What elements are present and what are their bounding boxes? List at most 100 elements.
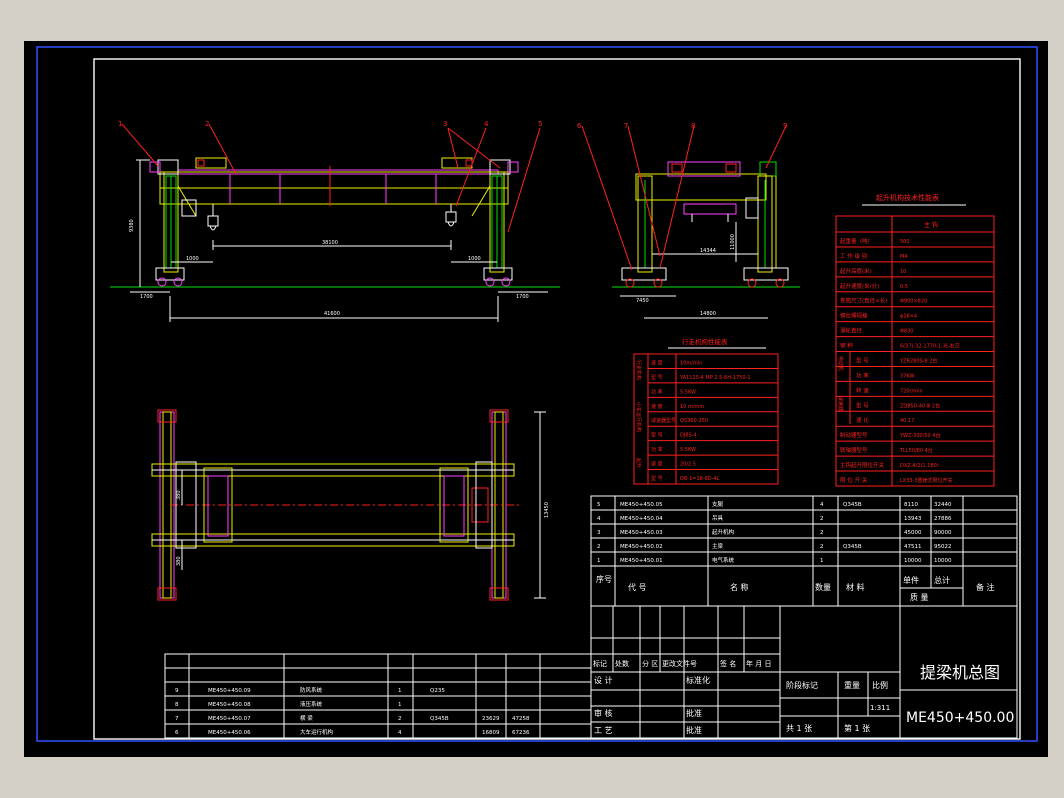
travel-group-1: 行走机构 xyxy=(635,360,642,380)
hoist-row-label: 型 号 xyxy=(856,401,869,409)
hoist-row-value: 500 xyxy=(900,239,910,245)
dim-bottom-left: 1700 xyxy=(140,294,153,300)
hoist-row-label: 联轴器型号 xyxy=(840,446,868,454)
bom-right-cell: ME450+450.03 xyxy=(620,530,663,536)
drawing-title: 提梁机总图 xyxy=(920,663,1000,682)
bom-right-cell: 1 xyxy=(820,558,824,564)
hoist-row-label: 卷筒尺寸(直径×长) xyxy=(840,297,887,305)
dim-plan-b: 380 xyxy=(176,556,182,566)
hoist-row-value: Φ900×820 xyxy=(900,299,927,305)
bom-right-cell: ME450+450.05 xyxy=(620,502,663,508)
hoist-row-label: 限 位 开 关 xyxy=(840,476,868,484)
travel-row-label: 速 度 xyxy=(651,359,663,366)
bom-right-cell: ME450+450.02 xyxy=(620,544,663,550)
dim-plan-width: 13450 xyxy=(544,502,550,518)
hoist-row-label: 功 率 xyxy=(856,371,869,379)
travel-row-label: 速 度 xyxy=(651,403,663,410)
bom-right-cell: Q345B xyxy=(843,544,862,550)
bom-left-cell: 23629 xyxy=(482,716,500,722)
balloon-2: 2 xyxy=(205,120,209,128)
bom-right-cell: 起升机构 xyxy=(712,528,735,536)
bom-right-cell: 27886 xyxy=(934,516,952,522)
bom-left-cell: 1 xyxy=(398,702,402,708)
bom-right-cell: 2 xyxy=(820,530,824,536)
bom-left-cell: 7 xyxy=(175,716,179,722)
bom-right-cell: 32440 xyxy=(934,502,952,508)
bom-right-cell: 4 xyxy=(597,516,601,522)
hoist-row-value: 10 xyxy=(900,269,906,275)
dim-overall: 41600 xyxy=(324,311,340,317)
bom-right-cell: 支腿 xyxy=(712,500,724,508)
bom-left-cell: 9 xyxy=(175,688,179,694)
bom-right-cell: 3 xyxy=(597,530,601,536)
bom-left-cell: 横 梁 xyxy=(300,714,313,722)
bom-right-cell: 4 xyxy=(820,502,824,508)
dim-bottom-right: 1700 xyxy=(516,294,529,300)
bom-right-cell: 90000 xyxy=(934,530,952,536)
bom-right-cell: 2 xyxy=(820,544,824,550)
bom-right-cell: 8110 xyxy=(904,502,918,508)
hoist-row-label: 工 作 级 别 xyxy=(840,252,867,260)
tb-sheets: 共 1 张 xyxy=(786,724,812,733)
tb-approve-1: 批准 xyxy=(686,708,702,718)
hoist-row-value: 37KW xyxy=(900,373,914,379)
hoist-row-value: 40.17 xyxy=(900,418,914,424)
bom-right-cell: 2 xyxy=(597,544,601,550)
hoist-row-label: 主钩起升限位开关 xyxy=(840,461,885,469)
hoist-row-value: Φ830 xyxy=(900,329,913,335)
bom-right-cell: 45000 xyxy=(904,530,922,536)
bom-left-cell: 4 xyxy=(398,730,402,736)
bom-header-seq: 序号 xyxy=(596,574,612,584)
travel-row-label: 功 率 xyxy=(651,388,663,395)
bom-right-cell: 1 xyxy=(597,558,601,564)
tb-change-label: 处数 xyxy=(615,659,629,668)
balloon-4: 4 xyxy=(484,120,489,128)
travel-row-value: DB-1=18-6D-4L xyxy=(680,476,720,482)
bom-right-cell: 吊具 xyxy=(712,515,724,522)
drawing-number: ME450+450.00 xyxy=(906,710,1014,726)
balloon-1: 1 xyxy=(118,120,122,128)
bom-left-cell: 67236 xyxy=(512,730,530,736)
hoist-row-value: 6(37)-32-1770-1-光-右交 xyxy=(900,343,960,350)
balloon-5: 5 xyxy=(538,120,542,128)
dim-side-height: 11000 xyxy=(730,234,736,250)
dim-side-overall: 14800 xyxy=(700,311,716,317)
hoist-row-value: DXZ-4/2(1:180) xyxy=(900,463,939,469)
hoist-row-label: 起升高度(米) xyxy=(840,267,872,275)
travel-row-value: 20/2.5 xyxy=(680,462,696,468)
bom-left-cell: 大车运行机构 xyxy=(300,728,334,736)
hoist-group-motor: 电动机 xyxy=(837,356,844,371)
hoist-row-label: 钢 种 xyxy=(840,342,853,350)
tb-scale-value: 1:311 xyxy=(870,704,890,712)
bom-right-cell: ME450+450.04 xyxy=(620,516,663,522)
bom-left-cell: Q345B xyxy=(430,716,449,722)
bom-left-cell: ME450+450.09 xyxy=(208,688,251,694)
hoist-row-label: 型 号 xyxy=(856,356,869,364)
bom-left-cell: 47258 xyxy=(512,716,530,722)
bom-left-cell: 液压系统 xyxy=(300,700,323,708)
travel-row-label: 减速器型号 xyxy=(651,417,676,424)
bom-left-cell: 1 xyxy=(398,688,402,694)
bom-header-note: 备 注 xyxy=(976,582,995,592)
tb-process: 工 艺 xyxy=(594,726,613,735)
hoist-row-value: YWZ-300/50 4台 xyxy=(899,432,941,439)
hoist-row-value: ZQ850-40-Ⅲ 2台 xyxy=(900,402,940,409)
travel-row-value: QS360-250 xyxy=(680,418,708,424)
tb-approve-2: 批准 xyxy=(686,725,702,735)
bom-right-cell: 95022 xyxy=(934,544,952,550)
balloon-3: 3 xyxy=(443,120,447,128)
bom-left-cell: 16809 xyxy=(482,730,500,736)
cad-drawing-canvas[interactable]: 1 2 3 4 5 9380 38100 1000 1000 1700 1700… xyxy=(0,0,1064,798)
hoist-row-value: LX33-3重锤式限位开关 xyxy=(900,477,953,484)
tb-sheet-no: 第 1 张 xyxy=(844,723,870,733)
bom-left-cell: ME450+450.07 xyxy=(208,716,251,722)
tb-change-label: 更改文件号 xyxy=(662,659,697,668)
bom-right-cell: 10000 xyxy=(904,558,922,564)
drawing-background xyxy=(24,41,1048,757)
tb-standard: 标准化 xyxy=(686,675,710,685)
tb-stage: 阶段标记 xyxy=(786,680,818,690)
hoist-row-label: 钢丝绳规格 xyxy=(840,312,868,320)
dim-side-wheelbase: 14344 xyxy=(700,248,716,254)
travel-row-value: 5.5KW xyxy=(680,389,696,395)
bom-right-cell: ME450+450.01 xyxy=(620,558,663,564)
